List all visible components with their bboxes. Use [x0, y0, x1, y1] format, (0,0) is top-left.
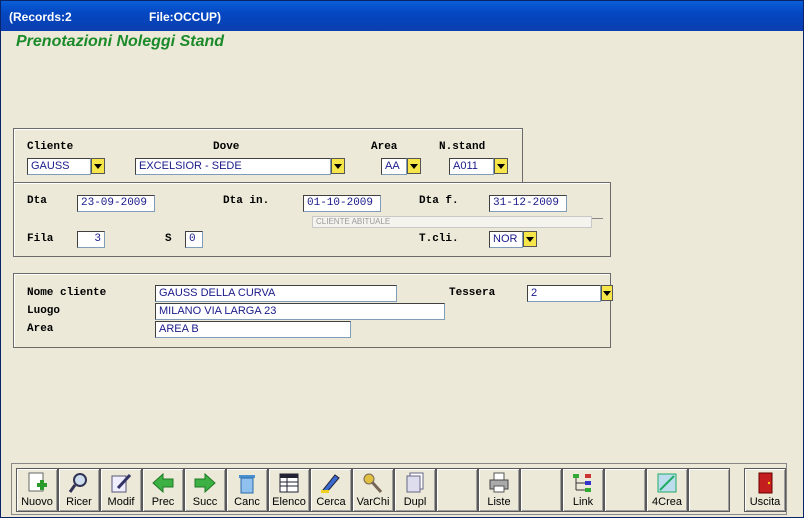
- cliente-abituale-note: CLIENTE ABITUALE: [312, 216, 592, 228]
- dove-label: Dove: [213, 141, 240, 153]
- tcli-field[interactable]: NOR: [489, 231, 523, 248]
- dta-label: Dta: [27, 195, 47, 207]
- dta-f-label: Dta f.: [419, 195, 459, 207]
- arrow-left-icon: [152, 472, 174, 494]
- s-label: S: [165, 233, 172, 245]
- nstand-dropdown-icon[interactable]: [494, 158, 508, 174]
- empty-button-2[interactable]: [520, 468, 562, 512]
- trash-icon: [239, 475, 255, 494]
- luogo-field[interactable]: MILANO VIA LARGA 23: [155, 303, 445, 320]
- nome-cliente-label: Nome cliente: [27, 287, 107, 299]
- bottom-toolbar: Nuovo Ricer Modif Prec Succ Canc Elenco …: [11, 463, 787, 515]
- records-count: (Records:2: [9, 10, 72, 24]
- cliente-field[interactable]: GAUSS: [27, 158, 91, 175]
- area-info-field[interactable]: AREA B: [155, 321, 351, 338]
- cerca-button[interactable]: Cerca: [310, 468, 352, 512]
- prec-button[interactable]: Prec: [142, 468, 184, 512]
- elenco-button[interactable]: Elenco: [268, 468, 310, 512]
- nuovo-button[interactable]: Nuovo: [16, 468, 58, 512]
- dove-field[interactable]: EXCELSIOR - SEDE: [135, 158, 331, 175]
- edit-icon: [111, 473, 132, 493]
- exit-door-icon: [758, 472, 773, 494]
- dta-in-field[interactable]: 01-10-2009: [303, 195, 381, 212]
- keys-icon: [363, 473, 383, 494]
- dta-in-label: Dta in.: [223, 195, 270, 207]
- nstand-label: N.stand: [439, 141, 486, 153]
- empty-button-3[interactable]: [604, 468, 646, 512]
- new-document-icon: [28, 472, 47, 492]
- dupl-button[interactable]: Dupl: [394, 468, 436, 512]
- tcli-label: T.cli.: [419, 233, 459, 245]
- liste-button[interactable]: Liste: [478, 468, 520, 512]
- list-table-icon: [279, 473, 299, 493]
- nstand-field[interactable]: A011: [449, 158, 494, 175]
- area-dropdown-icon[interactable]: [407, 158, 421, 174]
- cliente-label: Cliente: [27, 141, 74, 153]
- cliente-dropdown-icon[interactable]: [91, 158, 105, 174]
- hierarchy-icon: [573, 474, 591, 492]
- file-name: File:OCCUP): [149, 10, 221, 24]
- search-icon: [68, 473, 87, 493]
- fila-field[interactable]: 3: [77, 231, 105, 248]
- dta-field[interactable]: 23-09-2009: [77, 195, 155, 212]
- tcli-dropdown-icon[interactable]: [523, 231, 537, 247]
- duplicate-icon: [406, 472, 424, 493]
- nome-cliente-field[interactable]: GAUSS DELLA CURVA: [155, 285, 397, 302]
- modif-button[interactable]: Modif: [100, 468, 142, 512]
- succ-button[interactable]: Succ: [184, 468, 226, 512]
- title-bar: (Records:2 File:OCCUP): [1, 1, 803, 31]
- area-info-label: Area: [27, 323, 54, 335]
- crea-button[interactable]: 4Crea: [646, 468, 688, 512]
- area-label: Area: [371, 141, 398, 153]
- tessera-dropdown-icon[interactable]: [601, 285, 613, 301]
- link-button[interactable]: Link: [562, 468, 604, 512]
- tessera-field[interactable]: 2: [527, 285, 601, 302]
- ricer-button[interactable]: Ricer: [58, 468, 100, 512]
- printer-icon: [489, 472, 509, 493]
- area-field[interactable]: AA: [381, 158, 407, 175]
- canc-button[interactable]: Canc: [226, 468, 268, 512]
- application-window: (Records:2 File:OCCUP) Prenotazioni Nole…: [0, 0, 804, 518]
- form-title: Prenotazioni Noleggi Stand: [16, 33, 225, 50]
- highlighter-icon: [321, 474, 340, 493]
- luogo-label: Luogo: [27, 305, 61, 317]
- dove-dropdown-icon[interactable]: [331, 158, 345, 174]
- ruler-icon: [657, 473, 677, 493]
- varchi-button[interactable]: VarChi: [352, 468, 394, 512]
- tessera-label: Tessera: [449, 287, 496, 299]
- empty-button-1[interactable]: [436, 468, 478, 512]
- dta-f-field[interactable]: 31-12-2009: [489, 195, 567, 212]
- fila-label: Fila: [27, 233, 54, 245]
- s-field[interactable]: 0: [185, 231, 203, 248]
- uscita-button[interactable]: Uscita: [744, 468, 786, 512]
- empty-button-4[interactable]: [688, 468, 730, 512]
- arrow-right-icon: [194, 472, 216, 494]
